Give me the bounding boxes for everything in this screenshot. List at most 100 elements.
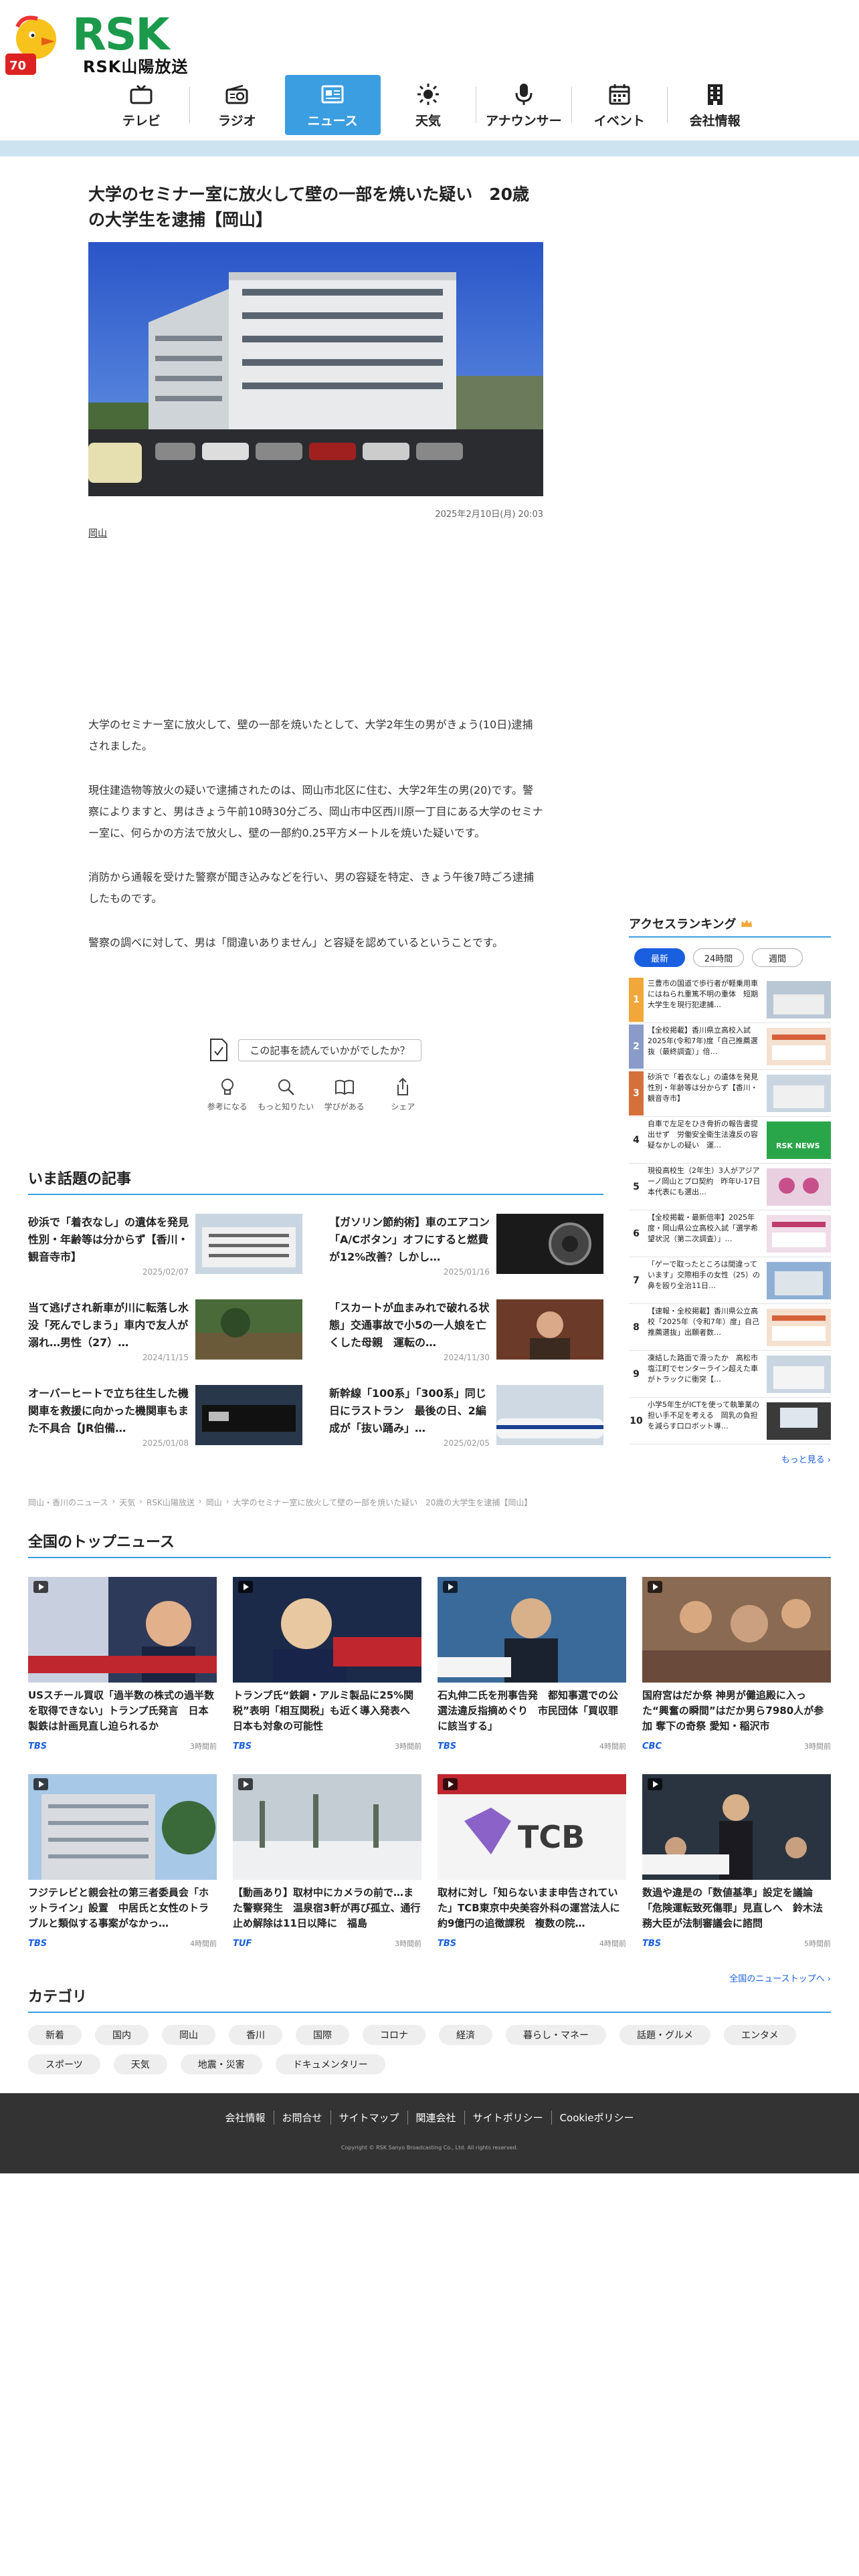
share-button[interactable]: シェア — [374, 1077, 433, 1112]
news-thumbnail — [28, 1774, 217, 1880]
category-chip[interactable]: 岡山 — [162, 2025, 215, 2045]
footer-link[interactable]: サイトポリシー — [464, 2111, 551, 2125]
play-icon — [33, 1581, 48, 1593]
nav-label: テレビ — [122, 113, 161, 128]
footer-link[interactable]: 会社情報 — [217, 2111, 274, 2125]
reaction-label: 参考になる — [207, 1102, 248, 1111]
category-chip[interactable]: 新着 — [28, 2025, 82, 2045]
category-chip[interactable]: 暮らし・マネー — [506, 2025, 606, 2045]
ranking-item[interactable]: 10 小学5年生がICTを使って執筆業の担い手不足を考える 岡乳の負担を減らす口ロ… — [629, 1398, 831, 1444]
ranking-item[interactable]: 9 凍結した路面で滑ったか 高松市塩江町でセンターライン超えた車がトラックに衝突【… — [629, 1351, 831, 1398]
footer-link[interactable]: Cookieポリシー — [551, 2111, 642, 2125]
reaction-helpful-button[interactable]: 参考になる — [198, 1077, 257, 1112]
brand-mark: RSK — [72, 9, 169, 60]
ranking-item-title: 凍結した路面で滑ったか 高松市塩江町でセンターライン超えた車がトラックに衝突【… — [648, 1353, 758, 1384]
trending-item[interactable]: 新幹線「100系」「300系」同じ日にラストラン 最後の日、2編成が「抜い踊み」… — [329, 1385, 603, 1448]
article-body: 大学のセミナー室に放火して、壁の一部を焼いたとして、大学2年生の男がきょう(10… — [88, 714, 543, 976]
category-chip[interactable]: 天気 — [113, 2054, 167, 2074]
trending-item[interactable]: オーバーヒートで立ち往生した機関車を救援に向かった機関車もまた不具合【JR伯備…… — [28, 1385, 302, 1448]
breadcrumb-item[interactable]: 岡山 — [206, 1497, 222, 1508]
footer-link[interactable]: お問合せ — [273, 2111, 330, 2125]
nav-event[interactable]: イベント — [571, 75, 667, 135]
national-news-card[interactable]: フジテレビと親会社の第三者委員会「ホットライン」設置 中居氏と女性のトラブルと類… — [28, 1774, 217, 1949]
category-chip[interactable]: 経済 — [439, 2025, 492, 2045]
category-chip[interactable]: エンタメ — [724, 2025, 796, 2045]
article-paragraph: 警察の調べに対して、男は「間違いありません」と容疑を認めているということです。 — [88, 936, 504, 949]
nav-news[interactable]: ニュース — [284, 75, 381, 135]
category-chip[interactable]: コロナ — [363, 2025, 425, 2045]
site-logo[interactable]: 70 RSK RSK山陽放送 — [0, 5, 194, 76]
category-chip[interactable]: 国内 — [95, 2025, 149, 2045]
national-news-card[interactable]: 国府宮はだか祭 神男が儺追殿に入った“興奮の瞬間”はだか男ら7980人が参加 奪… — [642, 1577, 831, 1751]
article-tag-link[interactable]: 岡山 — [88, 526, 543, 540]
feedback-reactions: 参考になる もっと知りたい 学びがある シェア — [198, 1077, 432, 1112]
nav-label: 会社情報 — [689, 113, 741, 128]
news-source: TBS — [28, 1741, 47, 1751]
trending-item[interactable]: 当て逃げされ新車が川に転落し水没「死んでしまう」車内で友人が溺れ…男性（27）…… — [28, 1299, 302, 1362]
breadcrumb-separator: › — [225, 1497, 229, 1506]
ranking-item[interactable]: 5 現役高校生（2年生）3人がアジアーノ岡山とプロ契約 昨年U-17日本代表にも選… — [629, 1164, 831, 1210]
category-chip[interactable]: 国際 — [296, 2025, 349, 2045]
category-chip[interactable]: 話題・グルメ — [619, 2025, 710, 2045]
category-list: 新着 国内 岡山 香川 国際 コロナ 経済 暮らし・マネー 話題・グルメ エンタ… — [28, 2025, 838, 2074]
trending-item[interactable]: 「スカートが血まみれで破れる状態」交通事故で小5の一人娘を亡くした母親 運転の…… — [329, 1299, 603, 1362]
ranking-item[interactable]: 1 三豊市の国道で歩行者が軽乗用車にはねられ重篤不明の重体 短期大学生を現行犯逮捕… — [629, 976, 831, 1023]
tab-24h[interactable]: 24時間 — [693, 948, 744, 967]
trending-title: 【ガソリン節約術】車のエアコン「A/Cボタン」オフにすると燃費が12%改善？しか… — [329, 1216, 490, 1263]
national-news-card[interactable]: USスチール買収「過半数の株式の過半数を取得できない」トランプ氏発言 日本製鉄は… — [28, 1577, 217, 1751]
news-icon — [319, 82, 346, 107]
reaction-learn-more-button[interactable]: もっと知りたい — [257, 1077, 316, 1112]
national-news-card[interactable]: トランプ氏“鉄鋼・アルミ製品に25%関税”表明「相互関税」も近く導入発表へ 日本… — [233, 1577, 421, 1751]
breadcrumb-item[interactable]: RSK山陽放送 — [147, 1497, 195, 1508]
mascot-logo-icon: 70 — [5, 15, 56, 75]
category-chip[interactable]: 地震・災害 — [180, 2054, 262, 2074]
nav-company[interactable]: 会社情報 — [667, 75, 763, 135]
ranking-tabs: 最新 24時間 週間 — [629, 948, 831, 967]
footer-link[interactable]: 関連会社 — [407, 2111, 464, 2125]
article-feedback: この記事を読んでいかがでしたか？ 参考になる もっと知りたい 学びがある シェア — [198, 1038, 432, 1112]
trending-date: 2025/02/05 — [443, 1438, 490, 1448]
national-news-card[interactable]: TCB 取材に対し「知らないまま申告されていた」TCB東京中央美容外科の運営法人… — [438, 1774, 626, 1949]
article: 大学のセミナー室に放火して壁の一部を焼いた疑い 20歳の大学生を逮捕【岡山】 2… — [88, 182, 543, 540]
breadcrumb-separator: › — [112, 1497, 116, 1506]
nav-announcer[interactable]: アナウンサー — [476, 75, 571, 135]
ranking-item[interactable]: 6 【全校掲載・最新倍率】2025年度・岡山県公立高校入試「選学希望状況（第二次調… — [629, 1210, 831, 1257]
category-chip[interactable]: ドキュメンタリー — [275, 2054, 385, 2074]
reaction-educational-button[interactable]: 学びがある — [315, 1077, 374, 1112]
ranking-more-link[interactable]: もっと見る › — [629, 1453, 831, 1465]
category-chip[interactable]: 香川 — [229, 2025, 282, 2045]
news-thumbnail — [233, 1577, 421, 1683]
nav-label: ニュース — [307, 113, 358, 128]
trending-thumbnail — [195, 1299, 302, 1360]
national-news-card[interactable]: 数過や違是の「数値基準」設定を議論「危険運転致死傷罪」見直しへ 鈴木法務大臣が法… — [642, 1774, 831, 1949]
article-date: 2025年2月10日(月) 20:03 — [435, 510, 543, 520]
trending-item[interactable]: 【ガソリン節約術】車のエアコン「A/Cボタン」オフにすると燃費が12%改善？しか… — [329, 1214, 603, 1277]
ranking-item[interactable]: 3 砂浜で「着衣なし」の遺体を発見 性別・年齢等は分からず【香川・観音寺市】 — [629, 1070, 831, 1117]
ranking-item[interactable]: 7 「ゲーで取ったところは間違っています」交際相手の女性（25）の鼻を殴り全治11… — [629, 1257, 831, 1304]
news-source: CBC — [642, 1741, 662, 1751]
news-thumbnail — [233, 1774, 421, 1880]
trending-item[interactable]: 砂浜で「着衣なし」の遺体を発見 性別・年齢等は分からず【香川・観音寺市】 2025… — [28, 1214, 302, 1277]
ranking-header: アクセスランキング — [629, 915, 831, 938]
site-header: 70 RSK RSK山陽放送 テレビ ラジオ ニュース 天気 アナウンサー イベ… — [0, 0, 859, 140]
ranking-item[interactable]: 4 自車で左足をひき骨折の報告書提出せず 労働安全衛生法違反の容疑なかしの疑い 運… — [629, 1117, 831, 1164]
trending-title: 当て逃げされ新車が川に転落し水没「死んでしまう」車内で友人が溺れ…男性（27）… — [28, 1301, 189, 1349]
ranking-item[interactable]: 2 【全校掲載】香川県立高校入試2025年(令和7年)度「自己推薦選抜（最終調査）… — [629, 1023, 831, 1070]
news-source: TUF — [233, 1938, 252, 1949]
copyright: Copyright © RSK Sanyo Broadcasting Co., … — [341, 2145, 518, 2151]
nav-radio[interactable]: ラジオ — [189, 75, 285, 135]
tab-weekly[interactable]: 週間 — [752, 948, 803, 967]
category-chip[interactable]: スポーツ — [28, 2054, 100, 2074]
footer-link[interactable]: サイトマップ — [330, 2111, 407, 2125]
nav-tv[interactable]: テレビ — [94, 75, 189, 135]
national-news-card[interactable]: 石丸伸二氏を刑事告発 都知事選での公選法違反指摘めぐり 市民団体「買収罪に該当す… — [438, 1577, 626, 1751]
ranking-item[interactable]: 8 【速報・全校掲載】香川県公立高校「2025年（令和7年）度」自己推薦選抜」出願… — [629, 1304, 831, 1351]
national-more-link[interactable]: 全国のニューストップへ › — [28, 1971, 831, 1984]
breadcrumb-item[interactable]: 岡山・香川のニュース — [28, 1497, 108, 1508]
breadcrumb-item[interactable]: 天気 — [119, 1497, 135, 1508]
ranking-thumbnail — [767, 1168, 831, 1206]
news-source: TBS — [438, 1741, 457, 1751]
national-news-card[interactable]: 【動画あり】取材中にカメラの前で…また警察発生 温泉宿3軒が再び孤立、通行止め解… — [233, 1774, 421, 1949]
nav-weather[interactable]: 天気 — [381, 75, 476, 135]
tab-latest[interactable]: 最新 — [634, 948, 685, 967]
